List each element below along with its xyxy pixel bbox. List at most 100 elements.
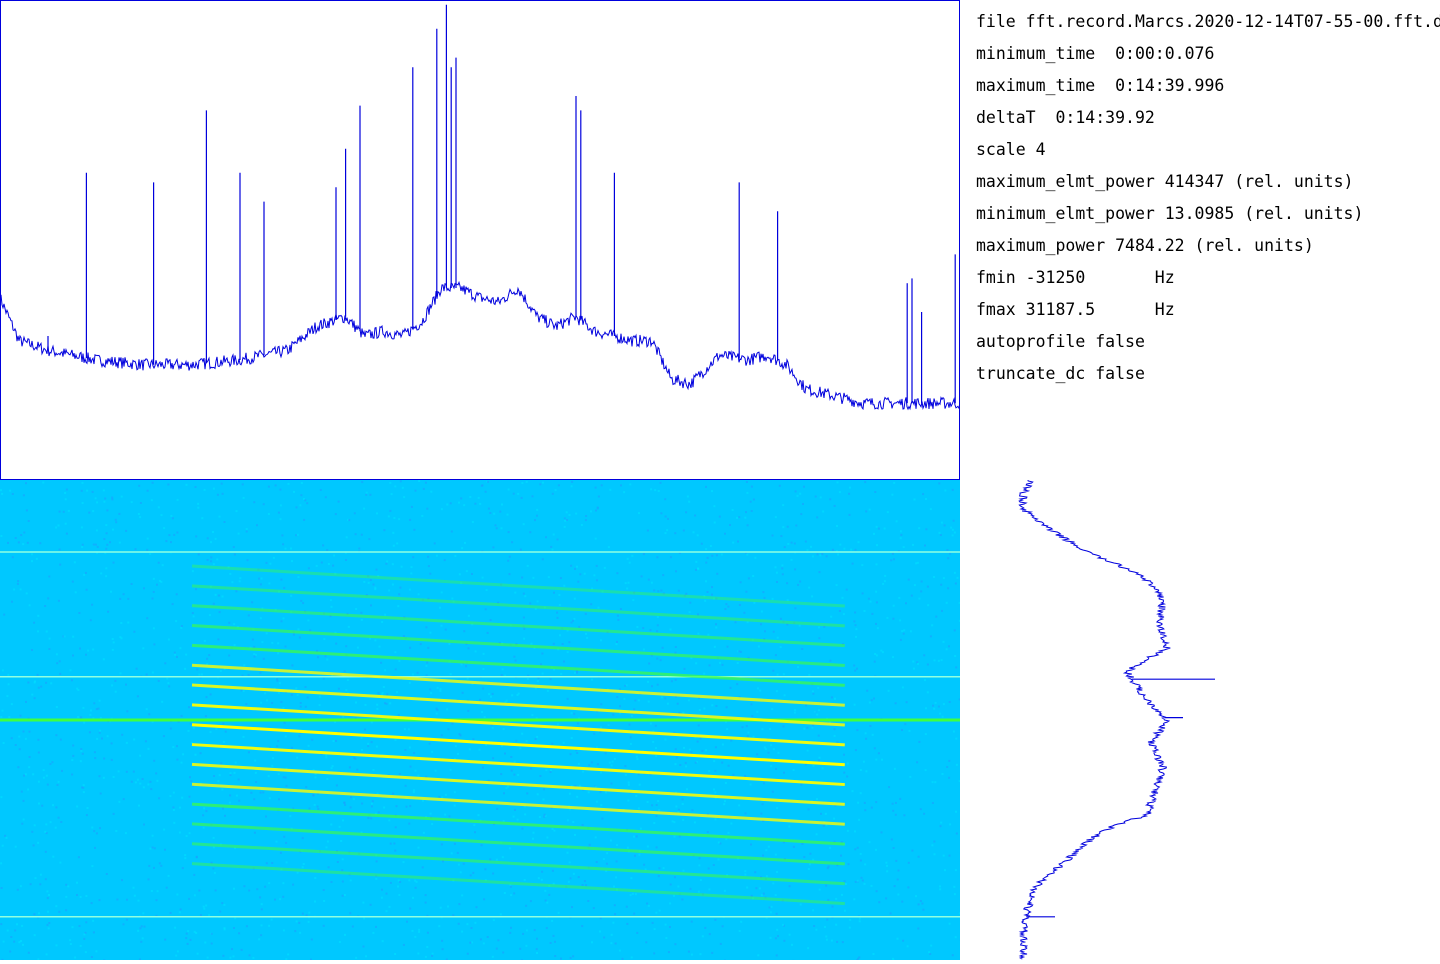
waterfall-noise <box>398 518 400 520</box>
waterfall-noise <box>513 774 515 776</box>
waterfall-noise <box>922 909 924 911</box>
waterfall-noise <box>591 761 593 763</box>
waterfall-noise <box>519 747 521 749</box>
waterfall-noise <box>50 821 52 823</box>
waterfall-noise <box>376 569 378 571</box>
waterfall-noise <box>217 494 219 496</box>
waterfall-noise <box>23 532 25 534</box>
waterfall-noise <box>754 557 756 559</box>
waterfall-noise <box>578 763 580 765</box>
waterfall-noise <box>468 647 470 649</box>
waterfall-noise <box>674 532 676 534</box>
waterfall-noise <box>775 654 777 656</box>
waterfall-noise <box>381 897 383 899</box>
waterfall-noise <box>691 921 693 923</box>
waterfall-noise <box>390 882 392 884</box>
waterfall-noise <box>339 826 341 828</box>
waterfall-noise <box>389 510 391 512</box>
waterfall-noise <box>892 553 894 555</box>
waterfall-noise <box>309 629 311 631</box>
waterfall-noise <box>598 496 600 498</box>
waterfall-noise <box>617 619 619 621</box>
waterfall-noise <box>708 868 710 870</box>
waterfall-noise <box>675 679 677 681</box>
waterfall-noise <box>81 490 83 492</box>
waterfall-noise <box>461 547 463 549</box>
waterfall-noise <box>306 502 308 504</box>
waterfall-noise <box>836 525 838 527</box>
waterfall-noise <box>918 856 920 858</box>
waterfall-noise <box>656 556 658 558</box>
waterfall-noise <box>97 546 99 548</box>
waterfall-noise <box>234 554 236 556</box>
waterfall-noise <box>152 482 154 484</box>
waterfall-noise <box>764 746 766 748</box>
waterfall-noise <box>487 632 489 634</box>
waterfall-noise <box>26 509 28 511</box>
waterfall-noise <box>162 564 164 566</box>
waterfall-noise <box>480 938 482 940</box>
waterfall-noise <box>670 556 672 558</box>
waterfall-noise <box>170 728 172 730</box>
waterfall-noise <box>942 716 944 718</box>
waterfall-noise <box>762 855 764 857</box>
waterfall-noise <box>47 924 49 926</box>
waterfall-noise <box>490 696 492 698</box>
waterfall-noise <box>650 723 652 725</box>
waterfall-noise <box>769 728 771 730</box>
waterfall-noise <box>167 682 169 684</box>
waterfall-noise <box>510 756 512 758</box>
waterfall-noise <box>295 687 297 689</box>
waterfall-noise <box>860 769 862 771</box>
waterfall-noise <box>514 761 516 763</box>
waterfall-noise <box>28 766 30 768</box>
waterfall-noise <box>934 781 936 783</box>
waterfall-noise <box>429 632 431 634</box>
waterfall-noise <box>773 748 775 750</box>
waterfall-noise <box>956 833 958 835</box>
waterfall-noise <box>827 867 829 869</box>
waterfall-noise <box>728 765 730 767</box>
waterfall-noise <box>576 796 578 798</box>
waterfall-noise <box>187 930 189 932</box>
waterfall-noise <box>938 706 940 708</box>
waterfall-noise <box>903 633 905 635</box>
waterfall-noise <box>219 774 221 776</box>
waterfall-noise <box>228 655 230 657</box>
waterfall-noise <box>45 682 47 684</box>
waterfall-noise <box>485 608 487 610</box>
waterfall-noise <box>552 549 554 551</box>
waterfall-noise <box>786 582 788 584</box>
waterfall-noise <box>229 573 231 575</box>
waterfall-noise <box>85 921 87 923</box>
waterfall-noise <box>423 832 425 834</box>
waterfall-noise <box>944 869 946 871</box>
waterfall-noise <box>13 941 15 943</box>
waterfall-noise <box>421 515 423 517</box>
waterfall-noise <box>72 745 74 747</box>
waterfall-noise <box>501 504 503 506</box>
waterfall-noise <box>633 913 635 915</box>
waterfall-noise <box>268 513 270 515</box>
waterfall-noise <box>344 670 346 672</box>
waterfall-noise <box>18 541 20 543</box>
waterfall-noise <box>380 662 382 664</box>
waterfall-noise <box>454 555 456 557</box>
waterfall-noise <box>208 654 210 656</box>
waterfall-noise <box>836 584 838 586</box>
waterfall-noise <box>2 710 4 712</box>
waterfall-noise <box>682 712 684 714</box>
waterfall-noise <box>510 894 512 896</box>
waterfall-noise <box>529 531 531 533</box>
waterfall-noise <box>725 603 727 605</box>
waterfall-noise <box>714 770 716 772</box>
waterfall-noise <box>704 600 706 602</box>
waterfall-noise <box>221 483 223 485</box>
waterfall-noise <box>153 591 155 593</box>
waterfall-noise <box>355 533 357 535</box>
waterfall-noise <box>467 710 469 712</box>
waterfall-noise <box>711 704 713 706</box>
waterfall-noise <box>688 951 690 953</box>
waterfall-noise <box>33 913 35 915</box>
waterfall-noise <box>266 862 268 864</box>
